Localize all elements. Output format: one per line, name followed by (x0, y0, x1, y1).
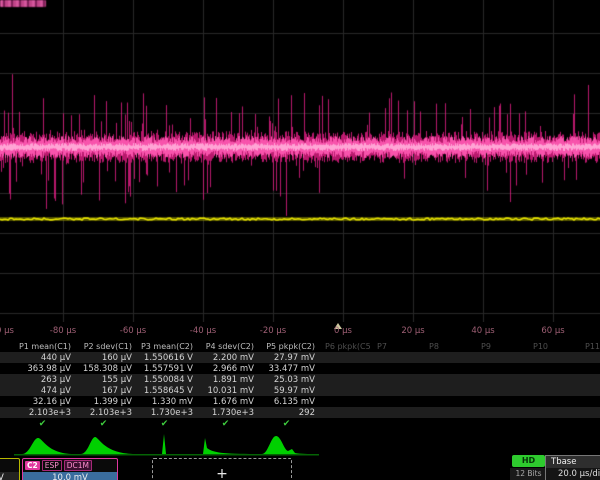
param-value: 32.16 µV (14, 397, 75, 407)
histicon-p5[interactable] (258, 432, 319, 458)
timebase-value: 20.0 µs/div (546, 468, 600, 480)
axis-tick-label-8: 60 µs (541, 326, 564, 336)
channel-descriptor-c2[interactable]: C2 ESP DC1M 10.0 mV (22, 458, 118, 480)
param-header-p11[interactable]: P11 (579, 342, 600, 351)
param-header-p10[interactable]: P10 (527, 342, 579, 351)
param-value: 1.330 mV (136, 397, 197, 407)
param-value: 1.891 mV (197, 375, 258, 385)
param-header-p4[interactable]: P4 sdev(C2) (197, 342, 258, 351)
histicon-p4[interactable] (197, 432, 258, 458)
status-check-icon: ✔ (75, 419, 136, 429)
add-trace-button[interactable]: + (152, 458, 292, 480)
c2-coupling-badge: DC1M (64, 460, 92, 471)
plus-icon: + (153, 459, 291, 480)
param-value: 27.97 mV (258, 353, 319, 363)
param-value: 263 µV (14, 375, 75, 385)
status-check-icon: ✔ (136, 419, 197, 429)
param-value: 1.557591 V (136, 364, 197, 374)
param-value: 1.550616 V (136, 353, 197, 363)
param-value: 1.558645 V (136, 386, 197, 396)
status-check-icon: ✔ (197, 419, 258, 429)
param-value: 25.03 mV (258, 375, 319, 385)
hd-mode-badge[interactable]: HD (512, 455, 545, 467)
param-value: 59.97 mV (258, 386, 319, 396)
param-value: 474 µV (14, 386, 75, 396)
axis-tick-label-0: -100 µs (0, 326, 14, 336)
param-value: 292 (258, 408, 319, 418)
param-value: 158.308 µV (75, 364, 136, 374)
param-value: 2.103e+3 (75, 408, 136, 418)
histicon-p1[interactable] (14, 432, 75, 458)
param-header-p5[interactable]: P5 pkpk(C2) (258, 342, 319, 351)
histicon-p3[interactable] (136, 432, 197, 458)
param-value: 1.676 mV (197, 397, 258, 407)
param-value: 33.477 mV (258, 364, 319, 374)
param-header-p8[interactable]: P8 (423, 342, 475, 351)
axis-tick-label-5: 0 µs (334, 326, 352, 336)
param-header-p7[interactable]: P7 (371, 342, 423, 351)
param-header-p6[interactable]: P6 pkpk(C5) (319, 342, 371, 351)
histicon-row (0, 432, 600, 458)
status-check-icon: ✔ (258, 419, 319, 429)
param-value: 363.98 µV (14, 364, 75, 374)
c1-scale: 10.0 mV (0, 472, 19, 480)
param-value: 440 µV (14, 353, 75, 363)
axis-tick-label-4: -20 µs (260, 326, 286, 336)
oscilloscope-screen: -100 µs -80 µs -60 µs -40 µs -20 µs 0 µs 20 µs… (0, 0, 600, 480)
axis-tick-label-3: -40 µs (190, 326, 216, 336)
param-value: 160 µV (75, 353, 136, 363)
axis-tick-label-1: -80 µs (50, 326, 76, 336)
param-value: 2.966 mV (197, 364, 258, 374)
cropped-top-left-label (0, 0, 46, 7)
axis-tick-label-7: 40 µs (471, 326, 494, 336)
channel-descriptor-c1[interactable]: C1 DC1M 10.0 mV (0, 458, 20, 480)
param-value: 1.399 µV (75, 397, 136, 407)
timebase-label: Tbase (546, 456, 600, 468)
c2-scale: 10.0 mV (23, 472, 117, 480)
axis-tick-label-2: -60 µs (120, 326, 146, 336)
param-header-p1[interactable]: P1 mean(C1) (14, 342, 75, 351)
measure-table: P1 mean(C1)P2 sdev(C1)P3 mean(C2)P4 sdev… (0, 340, 600, 429)
param-value: 1.730e+3 (197, 408, 258, 418)
param-value: 155 µV (75, 375, 136, 385)
param-value: 1.550084 V (136, 375, 197, 385)
c2-label: C2 (25, 461, 40, 470)
param-value: 2.103e+3 (14, 408, 75, 418)
param-header-p9[interactable]: P9 (475, 342, 527, 351)
time-axis[interactable]: -100 µs -80 µs -60 µs -40 µs -20 µs 0 µs 20 µs… (0, 322, 600, 340)
param-header-p3[interactable]: P3 mean(C2) (136, 342, 197, 351)
param-value: 167 µV (75, 386, 136, 396)
status-check-icon: ✔ (14, 419, 75, 429)
hd-bits-label: 12 Bits (510, 468, 547, 480)
param-value: 2.200 mV (197, 353, 258, 363)
param-value: 1.730e+3 (136, 408, 197, 418)
waveform-display[interactable] (0, 0, 600, 322)
param-value: 10.031 mV (197, 386, 258, 396)
timebase-descriptor[interactable]: Tbase 20.0 µs/div (545, 455, 600, 480)
histicon-p2[interactable] (75, 432, 136, 458)
c2-esp-badge: ESP (42, 460, 62, 471)
axis-tick-label-6: 20 µs (401, 326, 424, 336)
param-header-p2[interactable]: P2 sdev(C1) (75, 342, 136, 351)
param-value: 6.135 mV (258, 397, 319, 407)
